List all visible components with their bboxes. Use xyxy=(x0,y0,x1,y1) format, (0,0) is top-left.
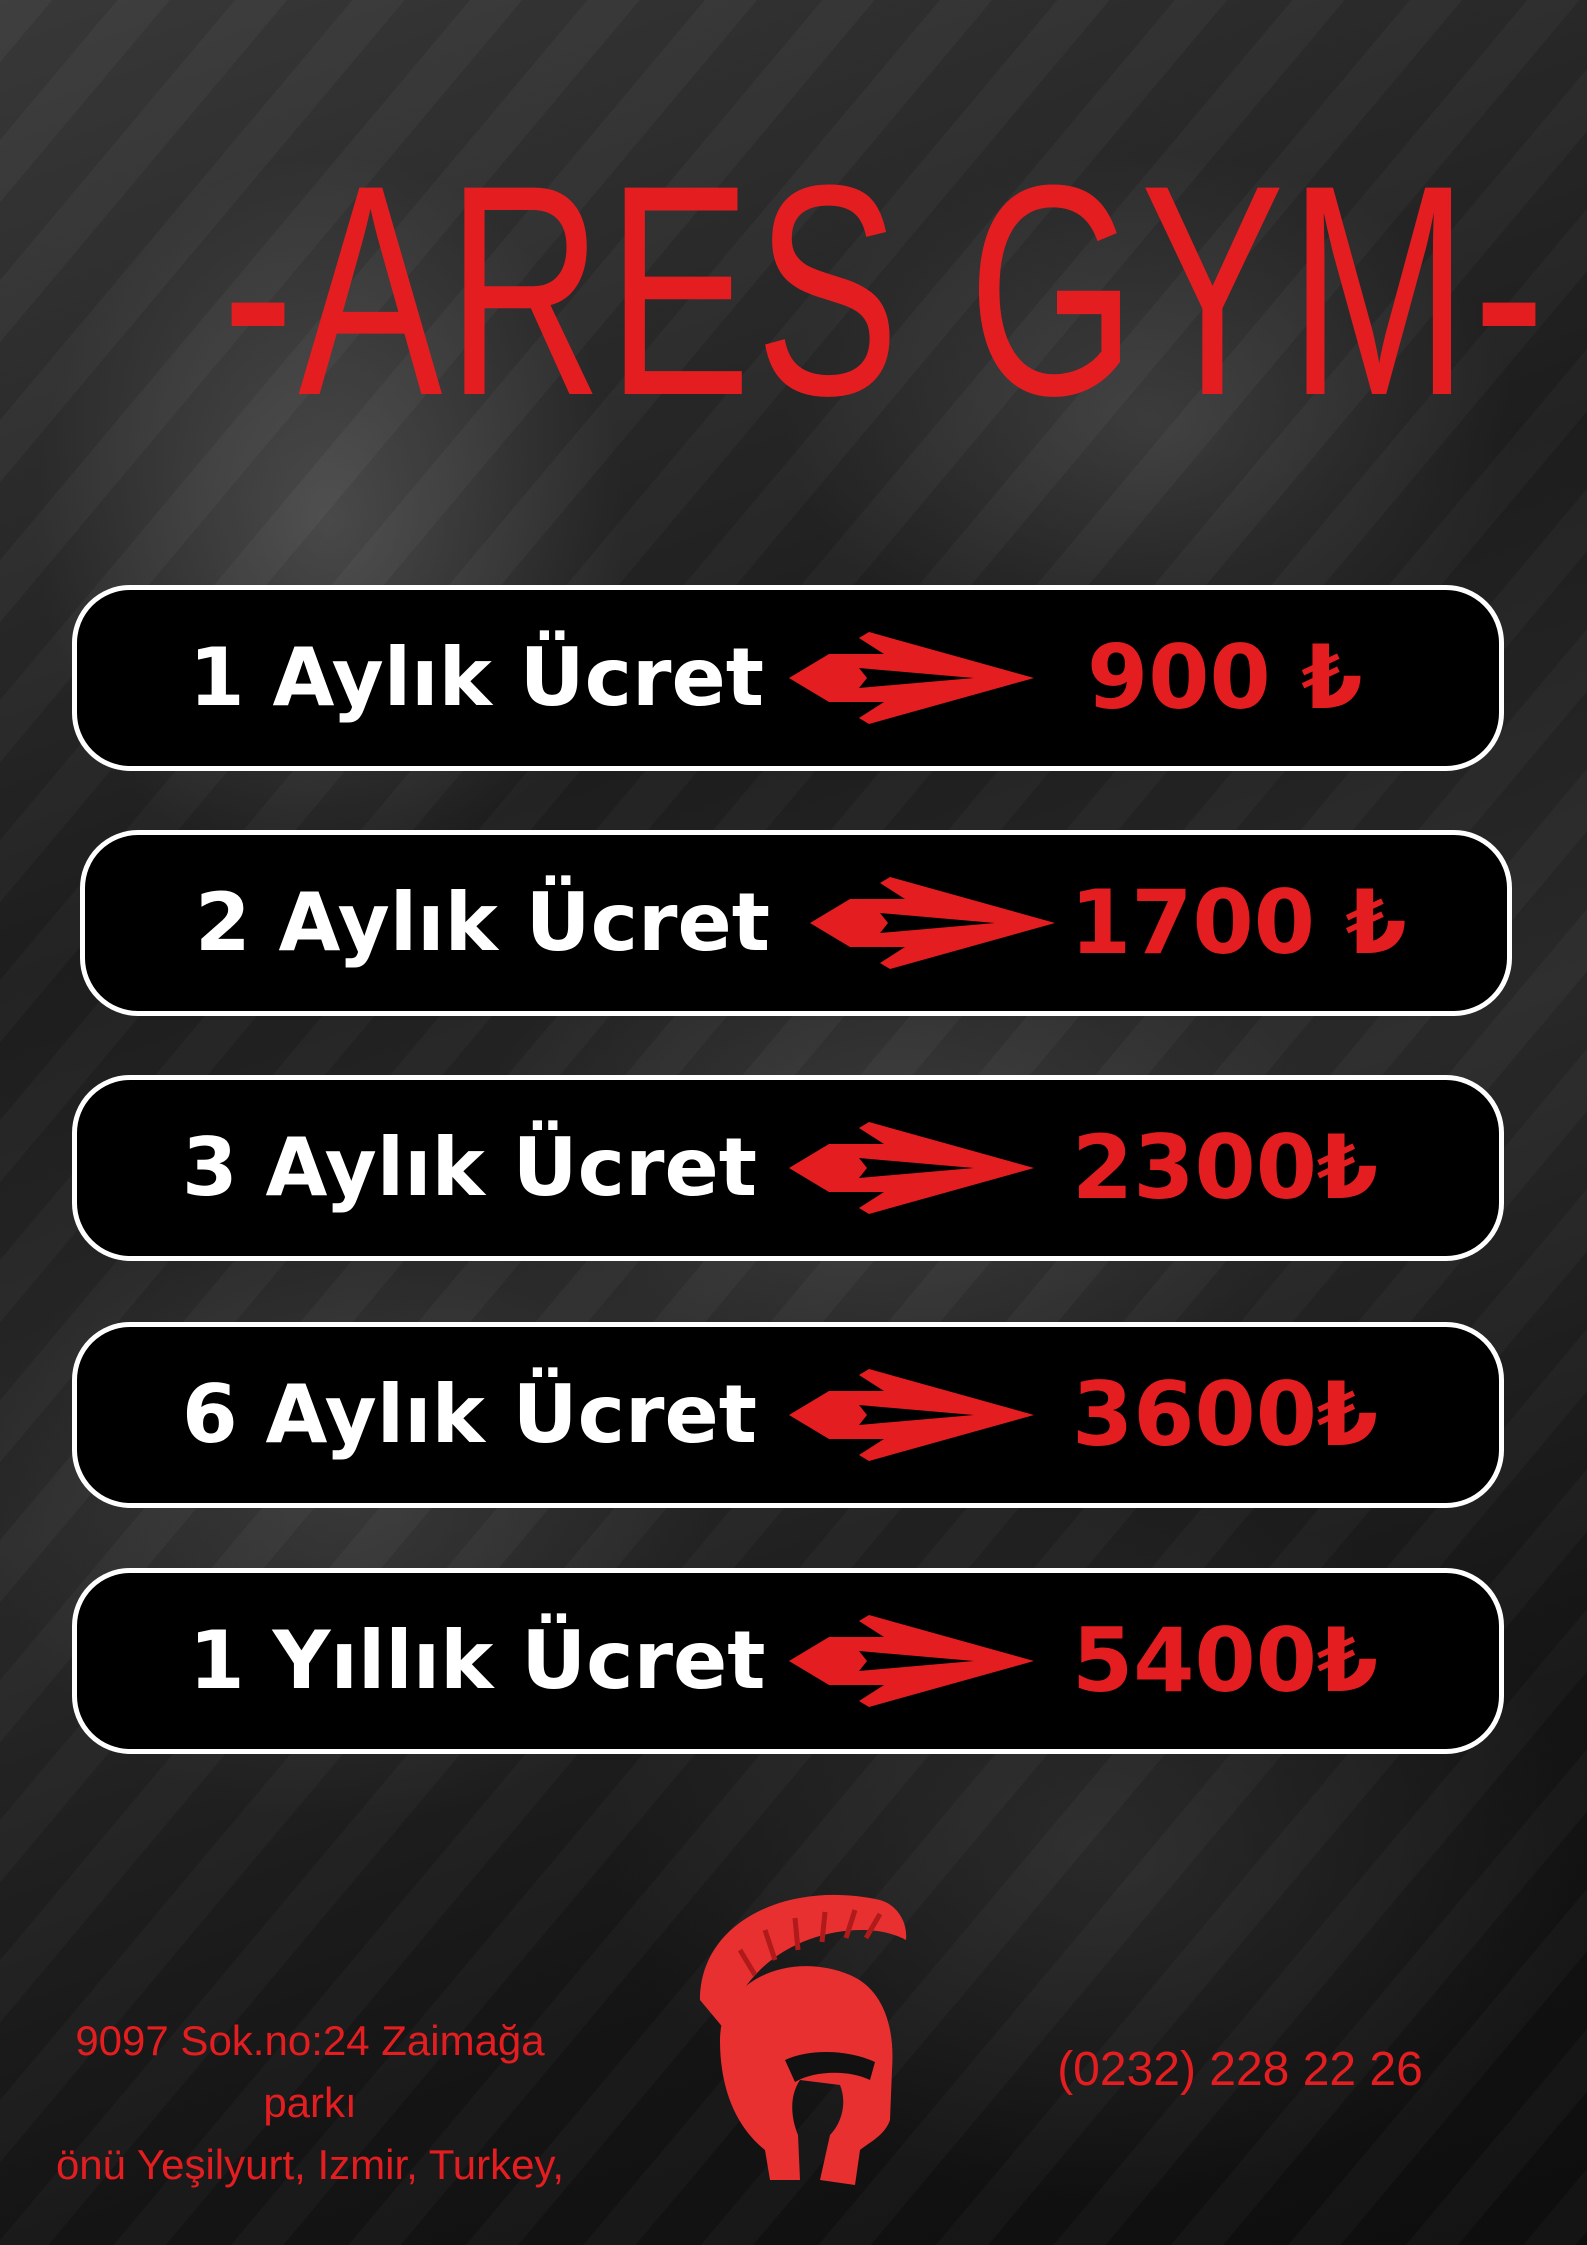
price-row-value: 5400₺ xyxy=(1072,1609,1379,1712)
spartan-helmet-icon xyxy=(700,1894,907,2185)
gym-address: 9097 Sok.no:24 Zaimağa parkı önü Yeşilyu… xyxy=(30,2010,590,2196)
arrow-right-icon xyxy=(810,877,1055,969)
price-row-label: 1 Aylık Ücret xyxy=(189,631,764,724)
price-row-value: 1700 ₺ xyxy=(1070,871,1407,974)
price-row-label: 1 Yıllık Ücret xyxy=(189,1614,766,1707)
price-row-3-months: 3 Aylık Ücret 2300₺ xyxy=(72,1075,1504,1261)
price-row-2-months: 2 Aylık Ücret 1700 ₺ xyxy=(80,830,1512,1016)
gym-title: -ARES GYM- xyxy=(222,122,1550,458)
address-line-1: 9097 Sok.no:24 Zaimağa parkı xyxy=(75,2017,545,2126)
gym-phone: (0232) 228 22 26 xyxy=(1057,2043,1423,2096)
price-row-1-year: 1 Yıllık Ücret 5400₺ xyxy=(72,1568,1504,1754)
price-row-value: 2300₺ xyxy=(1072,1116,1379,1219)
price-row-label: 3 Aylık Ücret xyxy=(182,1121,757,1214)
arrow-right-icon xyxy=(789,1615,1034,1707)
price-row-1-month: 1 Aylık Ücret 900 ₺ xyxy=(72,585,1504,771)
price-row-label: 2 Aylık Ücret xyxy=(195,876,770,969)
price-row-value: 3600₺ xyxy=(1072,1363,1379,1466)
address-line-2: önü Yeşilyurt, Izmir, Turkey, xyxy=(55,2141,565,2188)
arrow-right-icon xyxy=(789,1122,1034,1214)
price-row-label: 6 Aylık Ücret xyxy=(182,1368,757,1461)
arrow-right-icon xyxy=(789,1369,1034,1461)
price-row-6-months: 6 Aylık Ücret 3600₺ xyxy=(72,1322,1504,1508)
arrow-right-icon xyxy=(789,632,1034,724)
price-row-value: 900 ₺ xyxy=(1087,626,1363,729)
